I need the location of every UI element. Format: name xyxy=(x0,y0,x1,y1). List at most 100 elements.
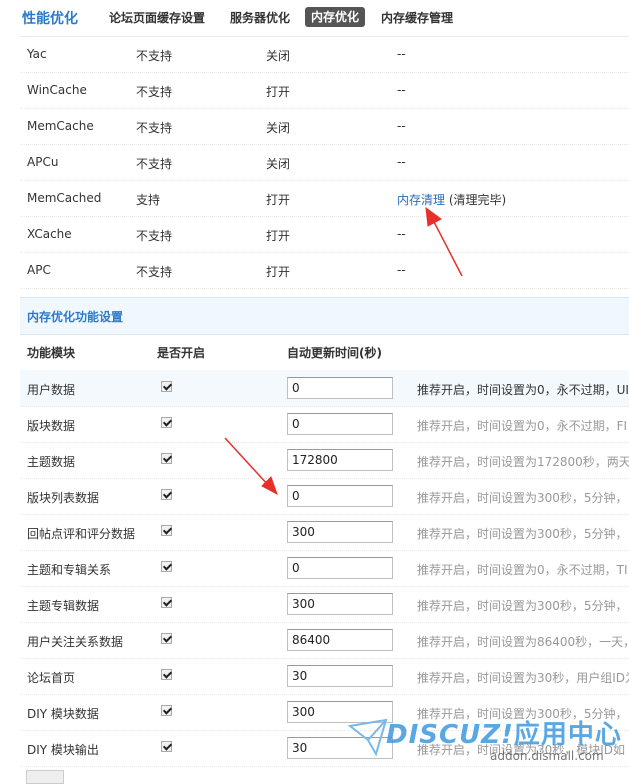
cache-action-cell: 内存清理 (清理完毕) xyxy=(397,191,506,208)
module-row-user-data: 用户数据 推荐开启，时间设置为0，永不过期，UI xyxy=(20,370,629,407)
cache-support: 支持 xyxy=(136,193,161,207)
ttl-input[interactable] xyxy=(287,413,393,435)
cache-action: -- xyxy=(397,47,406,61)
ttl-input[interactable] xyxy=(287,449,393,471)
ttl-input[interactable] xyxy=(287,557,393,579)
module-label: 回帖点评和评分数据 xyxy=(27,527,136,541)
cache-action: -- xyxy=(397,263,406,277)
cache-status: 打开 xyxy=(266,229,291,243)
module-label: 用户关注关系数据 xyxy=(27,635,124,649)
tab-memory-optimization[interactable]: 内存优化 xyxy=(305,7,366,27)
cache-status: 关闭 xyxy=(266,121,291,135)
module-label: 版块数据 xyxy=(27,419,76,433)
cache-row-apc: APC 不支持 打开 -- xyxy=(20,253,629,289)
module-row-comment-rating-data: 回帖点评和评分数据 推荐开启，时间设置为300秒，5分钟， xyxy=(20,514,629,551)
ttl-input[interactable] xyxy=(287,485,393,507)
cache-action: -- xyxy=(397,227,406,241)
enable-checkbox[interactable] xyxy=(161,633,172,644)
cache-row-yac: Yac 不支持 关闭 -- xyxy=(20,37,629,73)
watermark-brand: DISCUZ!应用中心 xyxy=(386,714,622,751)
tab-memory-cache-management[interactable]: 内存缓存管理 xyxy=(381,9,453,26)
enable-checkbox[interactable] xyxy=(161,417,172,428)
module-row-forum-index: 论坛首页 推荐开启，时间设置为30秒，用户组ID为 xyxy=(20,658,629,695)
ttl-input[interactable] xyxy=(287,377,393,399)
enable-checkbox[interactable] xyxy=(161,669,172,680)
module-label: 版块列表数据 xyxy=(27,491,100,505)
cache-row-wincache: WinCache 不支持 打开 -- xyxy=(20,73,629,109)
enable-checkbox[interactable] xyxy=(161,525,172,536)
module-label: 论坛首页 xyxy=(27,671,76,685)
cache-name: Yac xyxy=(27,47,47,61)
module-tip: 推荐开启，时间设置为30秒，用户组ID为 xyxy=(417,671,629,685)
tab-server-optimization[interactable]: 服务器优化 xyxy=(230,9,290,26)
module-label: 用户数据 xyxy=(27,383,76,397)
module-tip: 推荐开启，时间设置为172800秒，两天 xyxy=(417,455,629,469)
module-row-forum-list-data: 版块列表数据 推荐开启，时间设置为300秒，5分钟， xyxy=(20,478,629,515)
enable-checkbox[interactable] xyxy=(161,561,172,572)
module-label: DIY 模块输出 xyxy=(27,743,99,757)
cache-support: 不支持 xyxy=(136,157,173,171)
module-tip: 推荐开启，时间设置为0，永不过期，TI xyxy=(417,563,628,577)
page-title: 性能优化 xyxy=(22,11,78,27)
cache-name: APCu xyxy=(27,155,59,169)
watermark-brand-en: DISCUZ! xyxy=(386,720,514,750)
enable-checkbox[interactable] xyxy=(161,597,172,608)
module-row-follow-relation-data: 用户关注关系数据 推荐开启，时间设置为86400秒，一天， xyxy=(20,622,629,659)
cache-status: 打开 xyxy=(266,85,291,99)
cache-action: -- xyxy=(397,83,406,97)
cache-support: 不支持 xyxy=(136,265,173,279)
module-row-forum-data: 版块数据 推荐开启，时间设置为0，永不过期，FI xyxy=(20,406,629,443)
enable-checkbox[interactable] xyxy=(161,705,172,716)
module-label: 主题专辑数据 xyxy=(27,599,100,613)
ttl-input[interactable] xyxy=(287,629,393,651)
module-row-thread-data: 主题数据 推荐开启，时间设置为172800秒，两天 xyxy=(20,442,629,479)
cache-support: 不支持 xyxy=(136,85,173,99)
top-nav: 性能优化 论坛页面缓存设置 服务器优化 内存优化 内存缓存管理 xyxy=(0,0,629,36)
cache-name: XCache xyxy=(27,227,72,241)
memory-clean-link[interactable]: 内存清理 xyxy=(397,193,445,207)
module-label: 主题数据 xyxy=(27,455,76,469)
discuz-watermark: DISCUZ!应用中心 addon.dismall.com xyxy=(338,710,629,778)
module-tip: 推荐开启，时间设置为300秒，5分钟， xyxy=(417,527,628,541)
module-tip: 推荐开启，时间设置为86400秒，一天， xyxy=(417,635,629,649)
module-tip: 推荐开启，时间设置为0，永不过期，FI xyxy=(417,419,628,433)
watermark-brand-cn: 应用中心 xyxy=(513,720,622,750)
cache-name: APC xyxy=(27,263,51,277)
cache-row-memcache: MemCache 不支持 关闭 -- xyxy=(20,109,629,145)
cache-name: MemCache xyxy=(27,119,94,133)
cache-status: 关闭 xyxy=(266,49,291,63)
cache-status: 关闭 xyxy=(266,157,291,171)
ttl-input[interactable] xyxy=(287,665,393,687)
section-title: 内存优化功能设置 xyxy=(27,310,124,324)
module-tip: 推荐开启，时间设置为0，永不过期，UI xyxy=(417,383,629,397)
module-row-thread-collection-relation: 主题和专辑关系 推荐开启，时间设置为0，永不过期，TI xyxy=(20,550,629,587)
enable-checkbox[interactable] xyxy=(161,741,172,752)
cache-support: 不支持 xyxy=(136,49,173,63)
cache-action: -- xyxy=(397,119,406,133)
module-label: DIY 模块数据 xyxy=(27,707,99,721)
enable-checkbox[interactable] xyxy=(161,453,172,464)
submit-button-partial[interactable] xyxy=(26,770,64,784)
cache-action: -- xyxy=(397,155,406,169)
watermark-url: addon.dismall.com xyxy=(490,749,604,763)
section-header: 内存优化功能设置 xyxy=(20,297,629,335)
ttl-input[interactable] xyxy=(287,593,393,615)
column-module: 功能模块 xyxy=(27,346,76,360)
cache-support: 不支持 xyxy=(136,121,173,135)
module-tip: 推荐开启，时间设置为300秒，5分钟， xyxy=(417,491,628,505)
cache-name: WinCache xyxy=(27,83,87,97)
module-label: 主题和专辑关系 xyxy=(27,563,112,577)
ttl-input[interactable] xyxy=(287,521,393,543)
cache-status: 打开 xyxy=(266,265,291,279)
cache-support: 不支持 xyxy=(136,229,173,243)
cache-row-memcached: MemCached 支持 打开 内存清理 (清理完毕) xyxy=(20,181,629,217)
clean-status-note: (清理完毕) xyxy=(448,193,507,207)
tab-page-cache-settings[interactable]: 论坛页面缓存设置 xyxy=(109,9,205,26)
enable-checkbox[interactable] xyxy=(161,381,172,392)
enable-checkbox[interactable] xyxy=(161,489,172,500)
column-enabled: 是否开启 xyxy=(157,346,206,360)
cache-status: 打开 xyxy=(266,193,291,207)
column-ttl: 自动更新时间(秒) xyxy=(287,346,382,360)
cache-name: MemCached xyxy=(27,191,102,205)
module-table-header: 功能模块 是否开启 自动更新时间(秒) xyxy=(20,334,629,371)
